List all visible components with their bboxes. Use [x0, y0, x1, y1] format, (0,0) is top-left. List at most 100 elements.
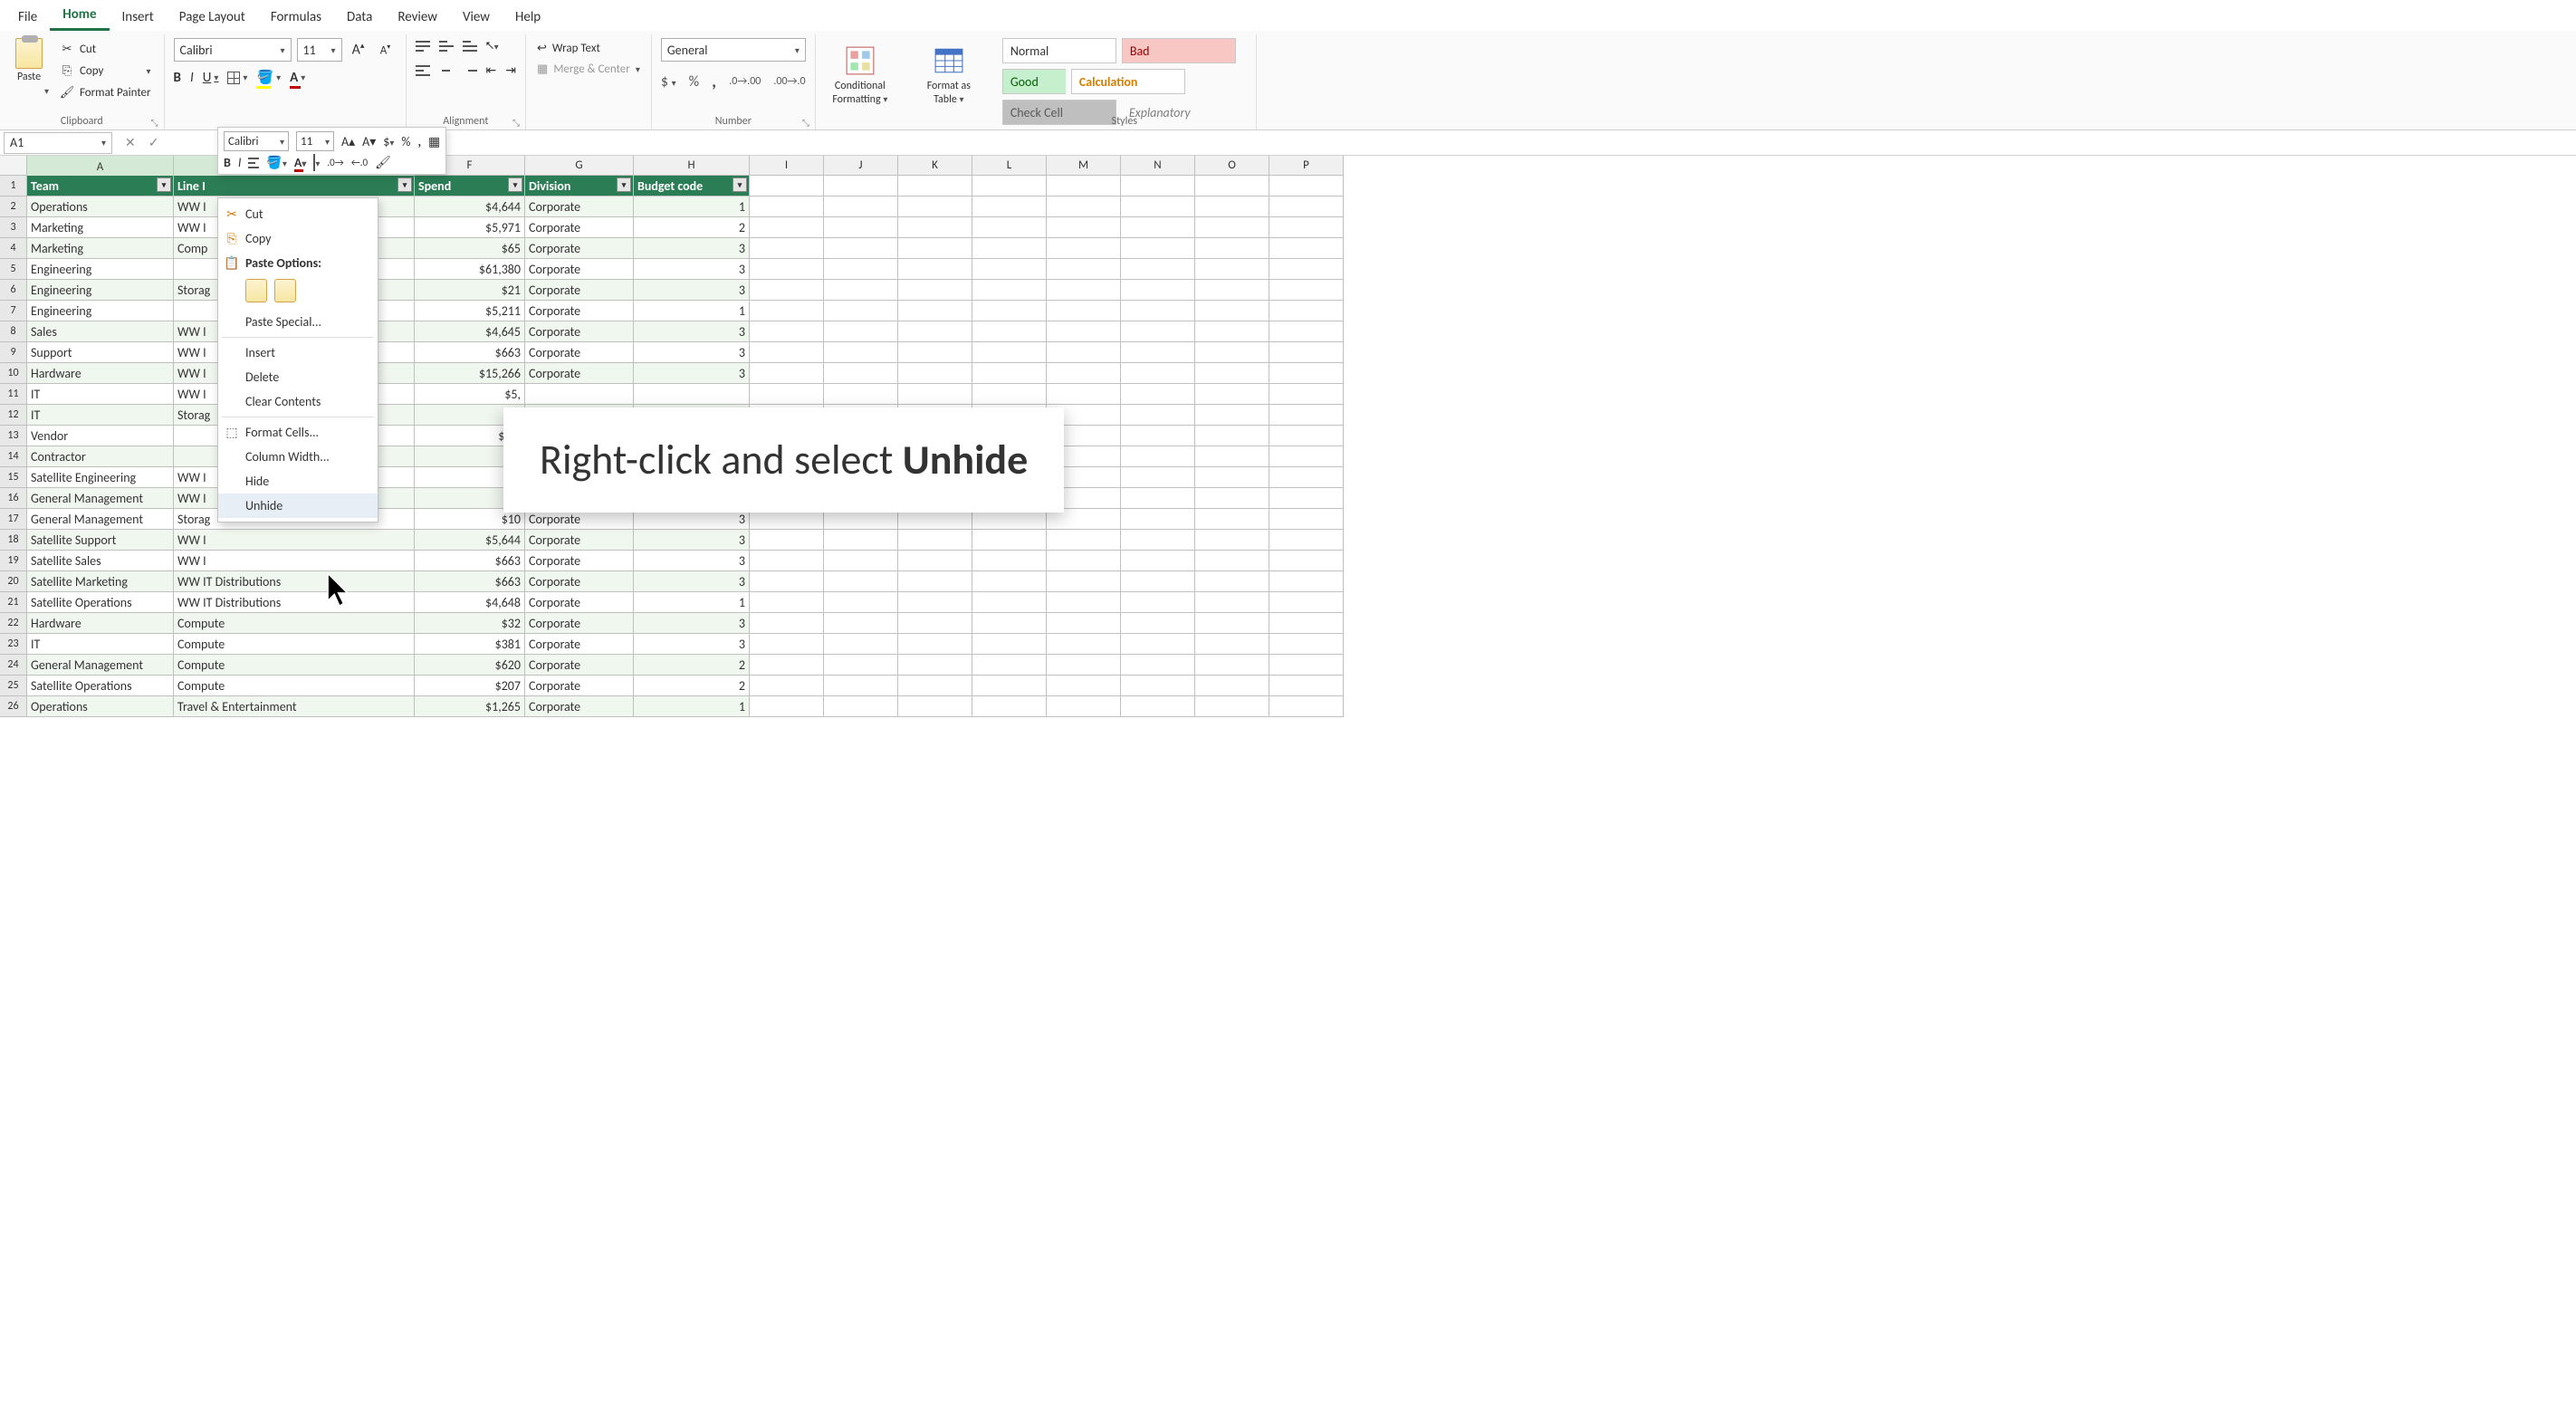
- cell[interactable]: [750, 280, 824, 301]
- enter-formula-icon[interactable]: ✓: [148, 135, 159, 150]
- menu-page-layout[interactable]: Page Layout: [167, 4, 258, 31]
- cell[interactable]: [898, 613, 972, 634]
- cell[interactable]: General Management: [27, 655, 174, 676]
- cell[interactable]: [1047, 655, 1121, 676]
- cell[interactable]: [1269, 238, 1344, 259]
- copy-button[interactable]: ⎘ Copy ▾: [56, 62, 155, 80]
- cell[interactable]: 3: [634, 551, 750, 571]
- row-header-6[interactable]: 6: [0, 280, 27, 301]
- cell[interactable]: Satellite Operations: [27, 676, 174, 696]
- row-header-23[interactable]: 23: [0, 634, 27, 655]
- cell[interactable]: [1121, 551, 1195, 571]
- cell[interactable]: Corporate: [525, 592, 634, 613]
- align-center-button[interactable]: [439, 65, 454, 76]
- cell[interactable]: Corporate: [525, 696, 634, 717]
- col-header-G[interactable]: G: [525, 156, 634, 176]
- cell[interactable]: IT: [27, 634, 174, 655]
- cell[interactable]: [898, 196, 972, 217]
- row-header-21[interactable]: 21: [0, 592, 27, 613]
- cell[interactable]: [972, 384, 1047, 405]
- cell[interactable]: [750, 321, 824, 342]
- cell[interactable]: $5,211: [415, 301, 525, 321]
- cell[interactable]: Support: [27, 342, 174, 363]
- cell[interactable]: [1121, 238, 1195, 259]
- cell[interactable]: [972, 655, 1047, 676]
- cell[interactable]: [1121, 363, 1195, 384]
- cell[interactable]: [1269, 342, 1344, 363]
- col-header-I[interactable]: I: [750, 156, 824, 176]
- cell[interactable]: $663: [415, 342, 525, 363]
- cell[interactable]: Corporate: [525, 363, 634, 384]
- cell[interactable]: Corporate: [525, 613, 634, 634]
- cell[interactable]: [1195, 634, 1269, 655]
- cell[interactable]: [1047, 613, 1121, 634]
- cell[interactable]: [824, 217, 898, 238]
- cell[interactable]: Compute: [174, 655, 415, 676]
- cell[interactable]: [1121, 301, 1195, 321]
- paste-button[interactable]: Paste ▾: [9, 38, 49, 113]
- row-header-13[interactable]: 13: [0, 426, 27, 446]
- row-header-10[interactable]: 10: [0, 363, 27, 384]
- cell[interactable]: [972, 551, 1047, 571]
- cell[interactable]: [898, 342, 972, 363]
- cell[interactable]: Satellite Engineering: [27, 467, 174, 488]
- cell[interactable]: [1047, 363, 1121, 384]
- cell[interactable]: [1047, 571, 1121, 592]
- increase-font-icon[interactable]: A▴: [348, 41, 369, 58]
- mini-format-painter-icon[interactable]: 🖌: [375, 155, 391, 170]
- row-header-4[interactable]: 4: [0, 238, 27, 259]
- align-right-button[interactable]: [463, 65, 477, 76]
- menu-data[interactable]: Data: [334, 4, 385, 31]
- cell[interactable]: [1047, 696, 1121, 717]
- style-bad[interactable]: Bad: [1122, 38, 1236, 63]
- cell[interactable]: WW IT Distributions: [174, 571, 415, 592]
- mini-borders-button[interactable]: ▾: [313, 155, 320, 170]
- cell[interactable]: [1195, 467, 1269, 488]
- cell[interactable]: [1121, 696, 1195, 717]
- style-good[interactable]: Good: [1002, 69, 1066, 94]
- cell[interactable]: [1121, 280, 1195, 301]
- filter-button[interactable]: ▾: [397, 177, 412, 192]
- cell[interactable]: Travel & Entertainment: [174, 696, 415, 717]
- cell[interactable]: Satellite Sales: [27, 551, 174, 571]
- cell[interactable]: [1121, 217, 1195, 238]
- cell[interactable]: [1195, 405, 1269, 426]
- ctx-delete[interactable]: Delete: [218, 365, 378, 389]
- cell[interactable]: [1047, 592, 1121, 613]
- row-header-8[interactable]: 8: [0, 321, 27, 342]
- cell[interactable]: [750, 196, 824, 217]
- header-cell-D[interactable]: Line I▾: [174, 176, 415, 196]
- cell[interactable]: [1195, 426, 1269, 446]
- menu-formulas[interactable]: Formulas: [258, 4, 334, 31]
- cell[interactable]: 3: [634, 363, 750, 384]
- cell[interactable]: WW I: [174, 551, 415, 571]
- row-header-1[interactable]: 1: [0, 176, 27, 196]
- cell[interactable]: Engineering: [27, 301, 174, 321]
- cell[interactable]: Engineering: [27, 259, 174, 280]
- cell[interactable]: [1121, 571, 1195, 592]
- cell[interactable]: [972, 238, 1047, 259]
- cell[interactable]: $21: [415, 280, 525, 301]
- cell[interactable]: [898, 238, 972, 259]
- cell[interactable]: [1121, 384, 1195, 405]
- cell[interactable]: $61,380: [415, 259, 525, 280]
- cell[interactable]: [898, 217, 972, 238]
- cell[interactable]: Corporate: [525, 196, 634, 217]
- row-header-11[interactable]: 11: [0, 384, 27, 405]
- ctx-unhide[interactable]: Unhide: [218, 494, 378, 518]
- mini-cond-format-icon[interactable]: ▦: [428, 134, 440, 149]
- accounting-format-button[interactable]: $ ▾: [661, 73, 676, 91]
- cell[interactable]: [824, 571, 898, 592]
- cell[interactable]: [824, 592, 898, 613]
- header-cell-A[interactable]: Team▾: [27, 176, 174, 196]
- cell[interactable]: 3: [634, 238, 750, 259]
- cell[interactable]: [1121, 426, 1195, 446]
- ctx-hide[interactable]: Hide: [218, 469, 378, 494]
- cell[interactable]: [898, 551, 972, 571]
- cell[interactable]: [972, 363, 1047, 384]
- cell[interactable]: [1047, 238, 1121, 259]
- cell[interactable]: [824, 259, 898, 280]
- cell[interactable]: Satellite Operations: [27, 592, 174, 613]
- cell[interactable]: [750, 384, 824, 405]
- cell[interactable]: [972, 321, 1047, 342]
